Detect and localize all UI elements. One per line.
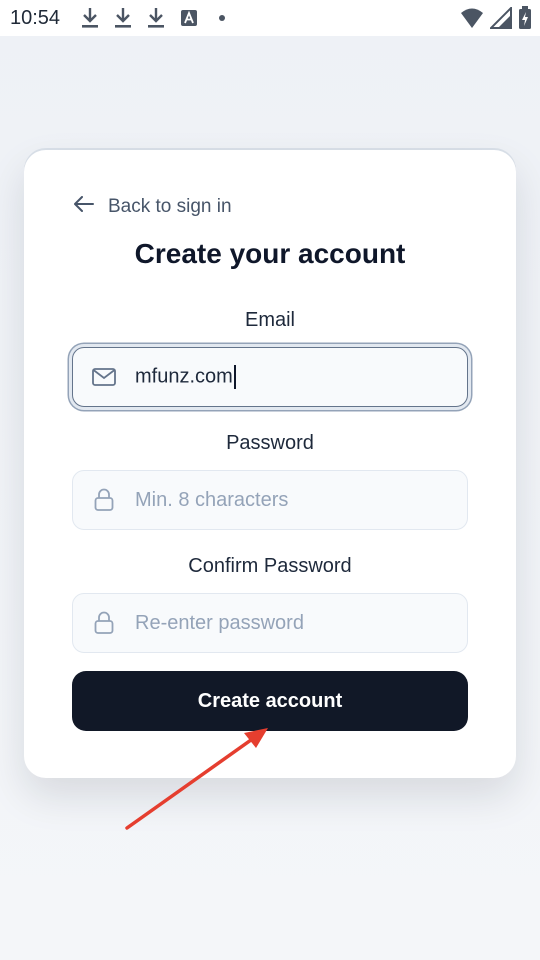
email-input[interactable]: mfunz.com <box>135 365 455 389</box>
signup-card: Back to sign in Create your account Emai… <box>24 150 516 778</box>
status-bar: 10:54 <box>0 0 540 36</box>
email-field[interactable]: mfunz.com <box>72 347 468 407</box>
a-box-icon <box>177 6 201 30</box>
email-value: mfunz.com <box>135 365 233 388</box>
page-title: Create your account <box>134 238 406 269</box>
lock-icon <box>91 487 117 513</box>
back-link-label: Back to sign in <box>108 196 232 217</box>
password-input[interactable] <box>135 488 455 512</box>
download-icon <box>144 6 168 30</box>
download-icon <box>78 6 102 30</box>
confirm-password-input[interactable] <box>135 611 455 635</box>
status-time: 10:54 <box>10 6 61 29</box>
wifi-icon <box>460 7 484 34</box>
create-account-button[interactable]: Create account <box>72 671 468 731</box>
download-icon <box>111 6 135 30</box>
signal-icon <box>488 5 512 34</box>
text-caret <box>233 365 236 389</box>
back-to-sign-in-link[interactable]: Back to sign in <box>74 196 232 218</box>
arrow-left-icon <box>74 196 94 218</box>
password-field[interactable] <box>72 470 468 530</box>
lock-icon <box>91 610 117 636</box>
confirm-password-label: Confirm Password <box>188 555 352 577</box>
battery-charging-icon <box>518 6 532 35</box>
confirm-password-field[interactable] <box>72 593 468 653</box>
password-label: Password <box>226 432 314 454</box>
mail-icon <box>91 364 117 390</box>
dot-icon <box>210 6 234 30</box>
email-label: Email <box>244 309 295 331</box>
